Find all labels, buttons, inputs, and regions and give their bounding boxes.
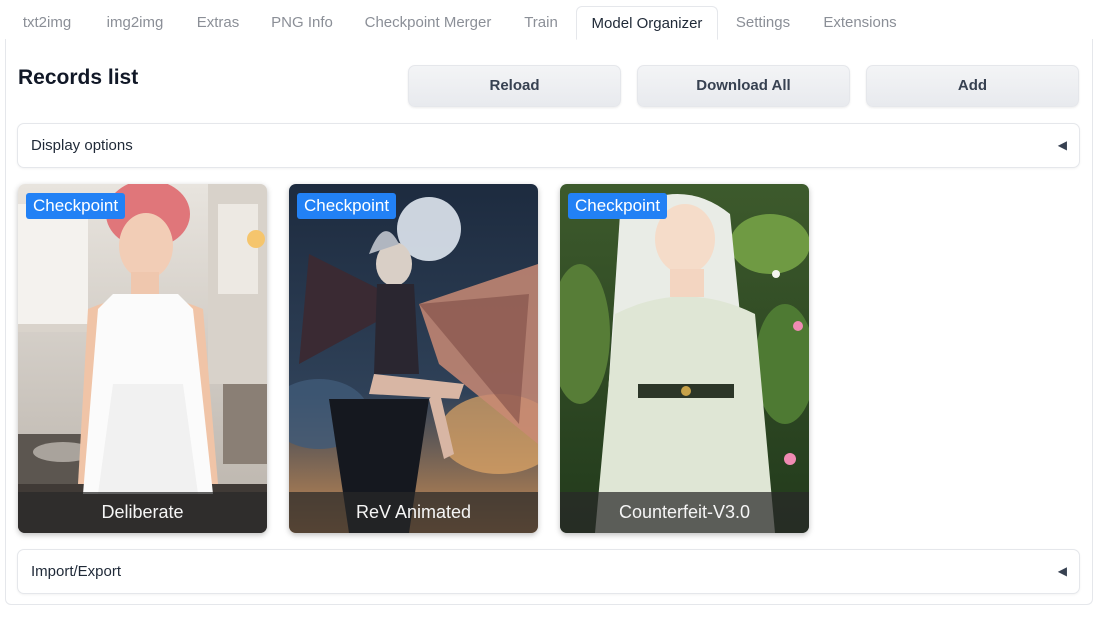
add-button[interactable]: Add — [866, 65, 1079, 107]
tab-checkpoint-merger[interactable]: Checkpoint Merger — [352, 6, 504, 40]
tab-png-info[interactable]: PNG Info — [259, 6, 345, 40]
records-list-title: Records list — [18, 66, 139, 89]
tab-model-organizer[interactable]: Model Organizer — [576, 6, 718, 40]
checkpoint-badge: Checkpoint — [568, 193, 668, 219]
tab-train[interactable]: Train — [511, 6, 571, 40]
model-name: ReV Animated — [289, 492, 538, 533]
import-export-accordion[interactable]: Import/Export ◀ — [17, 549, 1080, 594]
model-preview-image — [18, 184, 267, 533]
model-name: Counterfeit-V3.0 — [560, 492, 809, 533]
tab-extensions[interactable]: Extensions — [810, 6, 910, 40]
display-options-accordion[interactable]: Display options ◀ — [17, 123, 1080, 168]
checkpoint-badge: Checkpoint — [26, 193, 126, 219]
model-preview-image — [289, 184, 538, 533]
model-card-deliberate[interactable]: Checkpoint Deliberate — [18, 184, 267, 533]
tab-txt2img[interactable]: txt2img — [8, 6, 86, 40]
display-options-label: Display options — [31, 137, 133, 154]
model-card-rev-animated[interactable]: Checkpoint ReV Animated — [289, 184, 538, 533]
tab-img2img[interactable]: img2img — [92, 6, 178, 40]
collapse-arrow-icon: ◀ — [1057, 564, 1067, 578]
model-card-counterfeit-v3[interactable]: Checkpoint Counterfeit-V3.0 — [560, 184, 809, 533]
collapse-arrow-icon: ◀ — [1057, 138, 1067, 152]
model-name: Deliberate — [18, 492, 267, 533]
tab-extras[interactable]: Extras — [184, 6, 252, 40]
model-preview-image — [560, 184, 809, 533]
tab-settings[interactable]: Settings — [723, 6, 803, 40]
checkpoint-badge: Checkpoint — [297, 193, 397, 219]
tab-bar: txt2img img2img Extras PNG Info Checkpoi… — [0, 0, 1107, 40]
reload-button[interactable]: Reload — [408, 65, 621, 107]
download-all-button[interactable]: Download All — [637, 65, 850, 107]
import-export-label: Import/Export — [31, 563, 122, 580]
